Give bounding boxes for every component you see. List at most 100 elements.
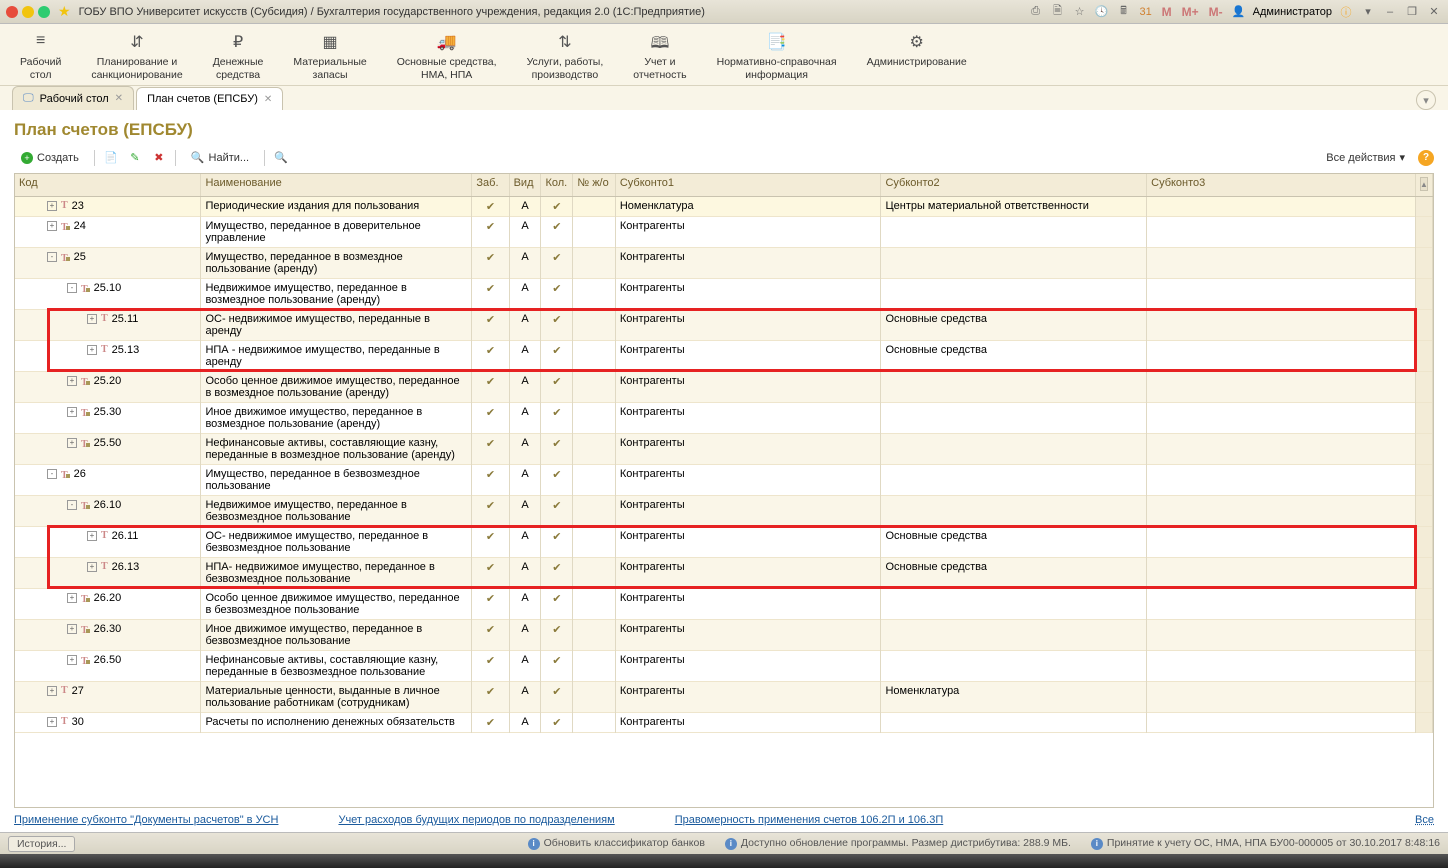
col-vid[interactable]: Вид [509,174,541,196]
window-close-btn[interactable] [6,6,18,18]
calendar-icon[interactable]: 31 [1138,4,1154,20]
footer-link-all[interactable]: Все [1415,814,1434,826]
section-item[interactable]: ⇅Услуги, работы,производство [527,32,604,81]
table-row[interactable]: - T 25 Имущество, переданное в возмездно… [15,247,1433,278]
table-row[interactable]: + T 26.11 ОС- недвижимое имущество, пере… [15,526,1433,557]
scrollbar-track[interactable] [1415,557,1432,588]
scrollbar-track[interactable] [1415,495,1432,526]
col-s1[interactable]: Субконто1 [615,174,881,196]
col-s2[interactable]: Субконто2 [881,174,1147,196]
close-icon[interactable]: ✕ [1426,4,1442,20]
col-nzo[interactable]: № ж/о [573,174,616,196]
info-icon[interactable]: ⓘ [1338,4,1354,20]
scrollbar-track[interactable] [1415,309,1432,340]
section-item[interactable]: 🕮Учет иотчетность [633,32,686,81]
find-button[interactable]: 🔍Найти... [184,148,256,167]
restore-icon[interactable]: ❐ [1404,4,1420,20]
status-info-3[interactable]: Принятие к учету ОС, НМА, НПА БУ00-00000… [1107,837,1440,849]
scrollbar-track[interactable] [1415,402,1432,433]
section-item[interactable]: ≡Рабочийстол [20,32,61,81]
scrollbar-track[interactable] [1415,588,1432,619]
tab[interactable]: 🖵Рабочий стол✕ [12,86,134,110]
section-item[interactable]: ⚙Администрирование [867,32,967,81]
status-info-2[interactable]: Доступно обновление программы. Размер ди… [741,837,1071,849]
table-row[interactable]: + T 24 Имущество, переданное в доверител… [15,216,1433,247]
edit-icon[interactable]: ✎ [127,150,143,166]
tree-toggle-icon[interactable]: - [47,252,57,262]
table-row[interactable]: + T 26.13 НПА- недвижимое имущество, пер… [15,557,1433,588]
tree-toggle-icon[interactable]: + [87,562,97,572]
clear-search-icon[interactable]: 🔍 [273,150,289,166]
scrollbar-track[interactable] [1415,278,1432,309]
table-row[interactable]: + T 25.11 ОС- недвижимое имущество, пере… [15,309,1433,340]
memory-mplus[interactable]: M+ [1180,5,1201,19]
scrollbar-track[interactable] [1415,216,1432,247]
tab[interactable]: План счетов (ЕПСБУ)✕ [136,87,283,110]
tree-toggle-icon[interactable]: + [67,593,77,603]
print-icon[interactable]: ⎙ [1028,4,1044,20]
section-item[interactable]: 🚚Основные средства,НМА, НПА [397,32,497,81]
table-row[interactable]: + T 25.13 НПА - недвижимое имущество, пе… [15,340,1433,371]
minimize-icon[interactable]: ▾ [1360,4,1376,20]
tree-toggle-icon[interactable]: + [67,376,77,386]
scrollbar-track[interactable] [1415,371,1432,402]
all-actions-button[interactable]: Все действия ▾ [1319,148,1412,167]
tree-toggle-icon[interactable]: + [67,438,77,448]
table-row[interactable]: + T 25.20 Особо ценное движимое имуществ… [15,371,1433,402]
table-row[interactable]: + T 23 Периодические издания для пользов… [15,196,1433,216]
scrollbar-track[interactable] [1415,433,1432,464]
table-row[interactable]: + T 25.50 Нефинансовые активы, составляю… [15,433,1433,464]
section-item[interactable]: ⇵Планирование исанкционирование [91,32,182,81]
tree-toggle-icon[interactable]: + [47,717,57,727]
tab-close-icon[interactable]: ✕ [264,94,272,105]
copy-icon[interactable]: 📄 [103,150,119,166]
tree-toggle-icon[interactable]: + [67,655,77,665]
scrollbar-track[interactable] [1415,340,1432,371]
table-row[interactable]: + T 30 Расчеты по исполнению денежных об… [15,712,1433,732]
status-info-1[interactable]: Обновить классификатор банков [544,837,705,849]
memory-m[interactable]: M [1160,5,1174,19]
scrollbar-track[interactable] [1415,464,1432,495]
table-row[interactable]: + T 26.30 Иное движимое имущество, перед… [15,619,1433,650]
col-kol[interactable]: Кол. [541,174,573,196]
scrollbar-track[interactable] [1415,526,1432,557]
history-icon[interactable]: 🕓 [1094,4,1110,20]
tree-toggle-icon[interactable]: + [87,314,97,324]
delete-icon[interactable]: ✖ [151,150,167,166]
col-code[interactable]: Код [15,174,201,196]
tree-toggle-icon[interactable]: + [47,201,57,211]
help-icon[interactable]: ? [1418,150,1434,166]
footer-link-2[interactable]: Учет расходов будущих периодов по подраз… [338,814,614,826]
tree-toggle-icon[interactable]: - [47,469,57,479]
favorite-icon[interactable]: ★ [58,3,71,20]
table-row[interactable]: + T 25.30 Иное движимое имущество, перед… [15,402,1433,433]
col-name[interactable]: Наименование [201,174,472,196]
table-row[interactable]: + T 26.50 Нефинансовые активы, составляю… [15,650,1433,681]
tree-toggle-icon[interactable]: + [87,345,97,355]
scrollbar-track[interactable] [1415,650,1432,681]
table-row[interactable]: + T 27 Материальные ценности, выданные в… [15,681,1433,712]
scrollbar-track[interactable] [1415,196,1432,216]
history-button[interactable]: История... [8,836,75,852]
star-icon[interactable]: ☆ [1072,4,1088,20]
tree-toggle-icon[interactable]: - [67,500,77,510]
tree-toggle-icon[interactable]: + [47,686,57,696]
tree-toggle-icon[interactable]: - [67,283,77,293]
section-item[interactable]: 📑Нормативно-справочнаяинформация [717,32,837,81]
window-minimize-btn[interactable] [22,6,34,18]
section-item[interactable]: ₽Денежныесредства [213,32,264,81]
tree-toggle-icon[interactable]: + [87,531,97,541]
table-row[interactable]: - T 26 Имущество, переданное в безвозмез… [15,464,1433,495]
scrollbar-track[interactable] [1415,712,1432,732]
user-label[interactable]: Администратор [1253,6,1332,18]
col-zab[interactable]: Заб. [472,174,509,196]
tree-toggle-icon[interactable]: + [67,407,77,417]
footer-link-1[interactable]: Применение субконто "Документы расчетов"… [14,814,278,826]
table-row[interactable]: - T 26.10 Недвижимое имущество, переданн… [15,495,1433,526]
scrollbar-track[interactable] [1415,619,1432,650]
scrollbar-track[interactable] [1415,681,1432,712]
col-s3[interactable]: Субконто3 [1147,174,1416,196]
scrollbar-track[interactable] [1415,247,1432,278]
tabs-dropdown-button[interactable]: ▾ [1416,90,1436,110]
memory-mminus[interactable]: M- [1207,5,1225,19]
